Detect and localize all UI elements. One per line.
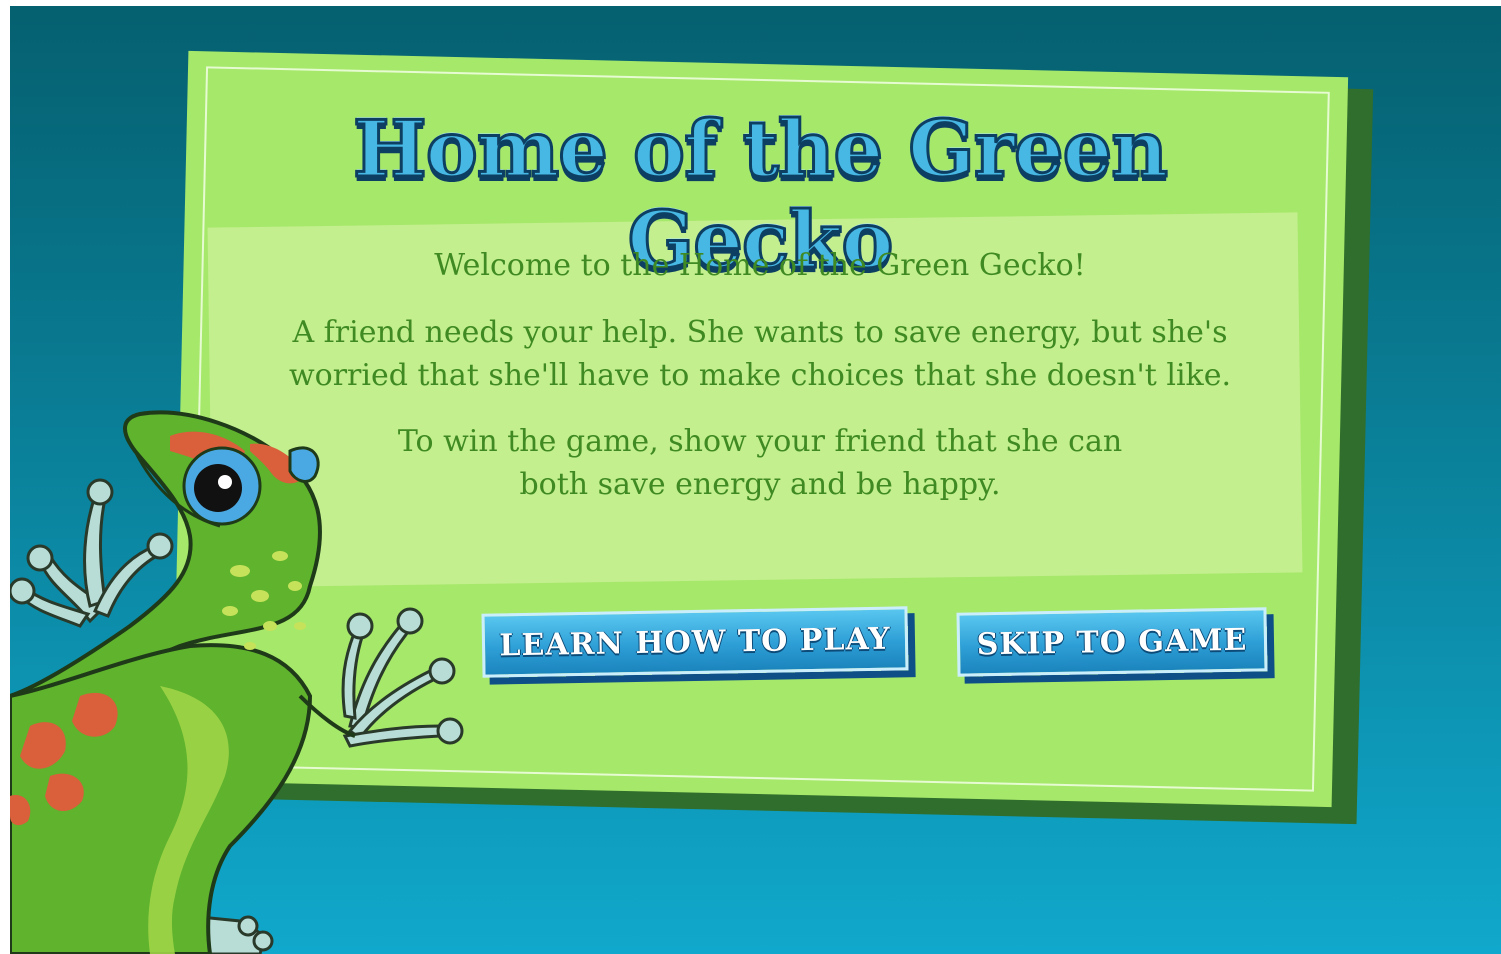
goal-line-2: both save energy and be happy. xyxy=(519,467,1001,502)
learn-how-to-play-label: LEARN HOW TO PLAY xyxy=(499,621,891,663)
story-line-2: worried that she'll have to make choices… xyxy=(288,358,1232,393)
gecko-mascot-icon xyxy=(10,410,464,954)
goal-line-1: To win the game, show your friend that s… xyxy=(397,424,1123,459)
skip-to-game-label: SKIP TO GAME xyxy=(976,622,1248,662)
game-stage: Home of the Green Gecko Welcome to the H… xyxy=(10,6,1501,954)
welcome-text: Welcome to the Home of the Green Gecko! xyxy=(434,248,1086,283)
gecko-right-foot xyxy=(341,607,464,748)
story-line-1: A friend needs your help. She wants to s… xyxy=(292,315,1228,350)
gecko-eye-icon xyxy=(182,446,262,526)
gecko-left-foot xyxy=(10,478,174,628)
skip-to-game-button[interactable]: SKIP TO GAME xyxy=(956,607,1268,677)
story-text: A friend needs your help. She wants to s… xyxy=(240,311,1280,397)
learn-how-to-play-button[interactable]: LEARN HOW TO PLAY xyxy=(481,606,909,678)
